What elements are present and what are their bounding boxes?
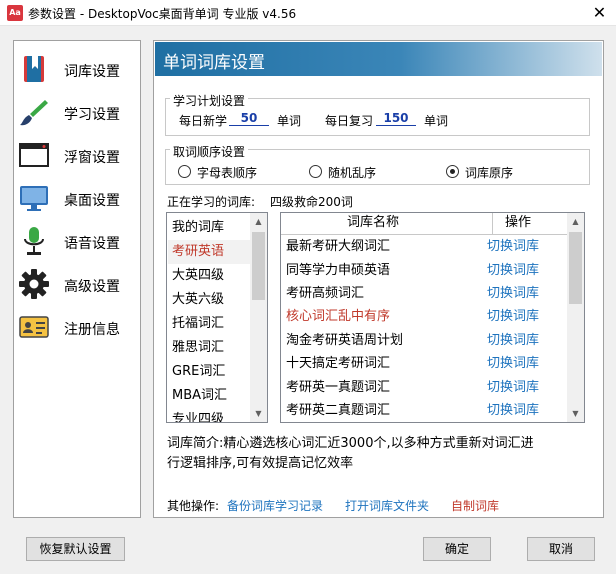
switch-wordbank-link[interactable]: 切换词库: [487, 235, 539, 258]
sidebar-item-label: 词库设置: [64, 64, 120, 80]
daily-new-input[interactable]: 50: [229, 111, 269, 126]
sidebar-item-label: 学习设置: [64, 107, 120, 123]
daily-review-unit: 单词: [424, 114, 449, 128]
list-item[interactable]: GRE词汇: [168, 360, 250, 384]
category-scrollbar[interactable]: ▲ ▼: [250, 213, 267, 422]
reset-defaults-button[interactable]: 恢复默认设置: [26, 537, 125, 561]
sidebar-item-study[interactable]: 学习设置: [14, 92, 140, 132]
radio-alphabetical-label: 字母表顺序: [197, 166, 258, 180]
wordbank-intro-line1: 词库简介:精心遴选核心词汇近3000个,以多种方式重新对词汇进: [167, 436, 534, 451]
bookmark-book-icon: [24, 56, 44, 82]
other-ops-label: 其他操作:: [167, 499, 220, 513]
daily-new-unit: 单词: [277, 114, 302, 128]
list-item-selected[interactable]: 考研英语: [168, 240, 250, 264]
radio-random-label: 随机乱序: [328, 166, 377, 180]
word-order-legend: 取词顺序设置: [170, 143, 249, 160]
switch-wordbank-link[interactable]: 切换词库: [487, 282, 539, 305]
microphone-icon: [24, 227, 44, 255]
list-item[interactable]: 大英六级: [168, 288, 250, 312]
wordbank-name: 十天搞定考研词汇: [286, 356, 391, 371]
window-icon: [19, 143, 49, 167]
close-icon[interactable]: ✕: [583, 0, 616, 26]
list-item[interactable]: 大英四级: [168, 264, 250, 288]
grid-scrollbar[interactable]: ▲ ▼: [567, 213, 584, 422]
wordbank-name: 考研英二真题词汇: [286, 403, 391, 418]
gear-icon: [19, 269, 49, 299]
sidebar-item-label: 注册信息: [64, 322, 120, 338]
wordbank-name: 淘金考研英语周计划: [286, 333, 404, 348]
sidebar-item-label: 语音设置: [64, 236, 120, 252]
scroll-down-icon[interactable]: ▼: [567, 405, 584, 422]
custom-wordbank-link[interactable]: 自制词库: [451, 497, 499, 514]
switch-wordbank-link[interactable]: 切换词库: [487, 305, 539, 328]
ok-button[interactable]: 确定: [423, 537, 491, 561]
switch-wordbank-link[interactable]: 切换词库: [487, 399, 539, 422]
wordbank-name: 最新考研大纲词汇: [286, 239, 391, 254]
list-item[interactable]: 专业四级: [168, 408, 250, 422]
page-title: 单词词库设置: [163, 53, 265, 73]
wordbank-name: 考研高频词汇: [286, 286, 365, 301]
list-item[interactable]: 我的词库: [168, 216, 250, 240]
sidebar-item-voice[interactable]: 语音设置: [14, 221, 140, 261]
wordbank-name: 考研英一真题词汇: [286, 380, 391, 395]
app-icon: Aa: [7, 5, 23, 21]
scroll-up-icon[interactable]: ▲: [567, 213, 584, 230]
radio-random[interactable]: [309, 165, 322, 178]
sidebar-item-floatwin[interactable]: 浮窗设置: [14, 135, 140, 175]
cancel-button[interactable]: 取消: [527, 537, 595, 561]
scroll-up-icon[interactable]: ▲: [250, 213, 267, 230]
list-item[interactable]: MBA词汇: [168, 384, 250, 408]
window-title: 参数设置 - DesktopVoc桌面背单词 专业版 v4.56: [28, 7, 297, 21]
sidebar-item-label: 浮窗设置: [64, 150, 120, 166]
wordbank-intro-line2: 行逻辑排序,可有效提高记忆效率: [167, 456, 354, 471]
backup-records-link[interactable]: 备份词库学习记录: [227, 497, 323, 514]
current-wordbank-value: 四级救命200词: [270, 195, 353, 209]
scroll-thumb[interactable]: [252, 232, 265, 300]
switch-wordbank-link[interactable]: 切换词库: [487, 329, 539, 352]
column-header-name: 词库名称: [347, 215, 400, 230]
daily-review-input[interactable]: 150: [376, 111, 416, 126]
daily-new-label: 每日新学: [179, 114, 228, 128]
switch-wordbank-link[interactable]: 切换词库: [487, 259, 539, 282]
sidebar-item-wordbank[interactable]: 词库设置: [14, 49, 140, 89]
open-folder-link[interactable]: 打开词库文件夹: [345, 497, 429, 514]
sidebar-item-desktop[interactable]: 桌面设置: [14, 178, 140, 218]
scroll-down-icon[interactable]: ▼: [250, 405, 267, 422]
current-wordbank-label: 正在学习的词库:: [167, 195, 256, 209]
radio-original-label: 词库原序: [465, 166, 514, 180]
switch-wordbank-link[interactable]: 切换词库: [487, 376, 539, 399]
switch-wordbank-link[interactable]: 切换词库: [487, 352, 539, 375]
list-item[interactable]: 托福词汇: [168, 312, 250, 336]
scroll-thumb[interactable]: [569, 232, 582, 304]
study-plan-legend: 学习计划设置: [170, 92, 249, 109]
category-list[interactable]: 我的词库 考研英语 大英四级 大英六级 托福词汇 雅思词汇 GRE词汇 MBA词…: [166, 212, 268, 423]
sidebar-item-label: 高级设置: [64, 279, 120, 295]
id-card-icon: [19, 316, 49, 338]
radio-alphabetical[interactable]: [178, 165, 191, 178]
sidebar-item-register[interactable]: 注册信息: [14, 307, 140, 347]
column-header-action: 操作: [505, 215, 532, 230]
brush-icon: [20, 100, 48, 126]
wordbank-name-highlighted: 核心词汇乱中有序: [286, 309, 391, 324]
monitor-icon: [20, 186, 48, 211]
wordbank-name: 同等学力申硕英语: [286, 263, 391, 278]
daily-review-label: 每日复习: [325, 114, 374, 128]
list-item[interactable]: 雅思词汇: [168, 336, 250, 360]
wordbank-grid[interactable]: 词库名称 操作 最新考研大纲词汇 切换词库 同等学力申硕英语 切换词库 考研高频…: [280, 212, 585, 423]
sidebar-item-label: 桌面设置: [64, 193, 120, 209]
radio-original[interactable]: [446, 165, 459, 178]
sidebar-item-advanced[interactable]: 高级设置: [14, 264, 140, 304]
sidebar-nav: 词库设置 学习设置 浮窗设置 桌面设置 语音设置 高级设置 注册信息: [13, 40, 141, 518]
grid-header-divider: [492, 213, 493, 235]
